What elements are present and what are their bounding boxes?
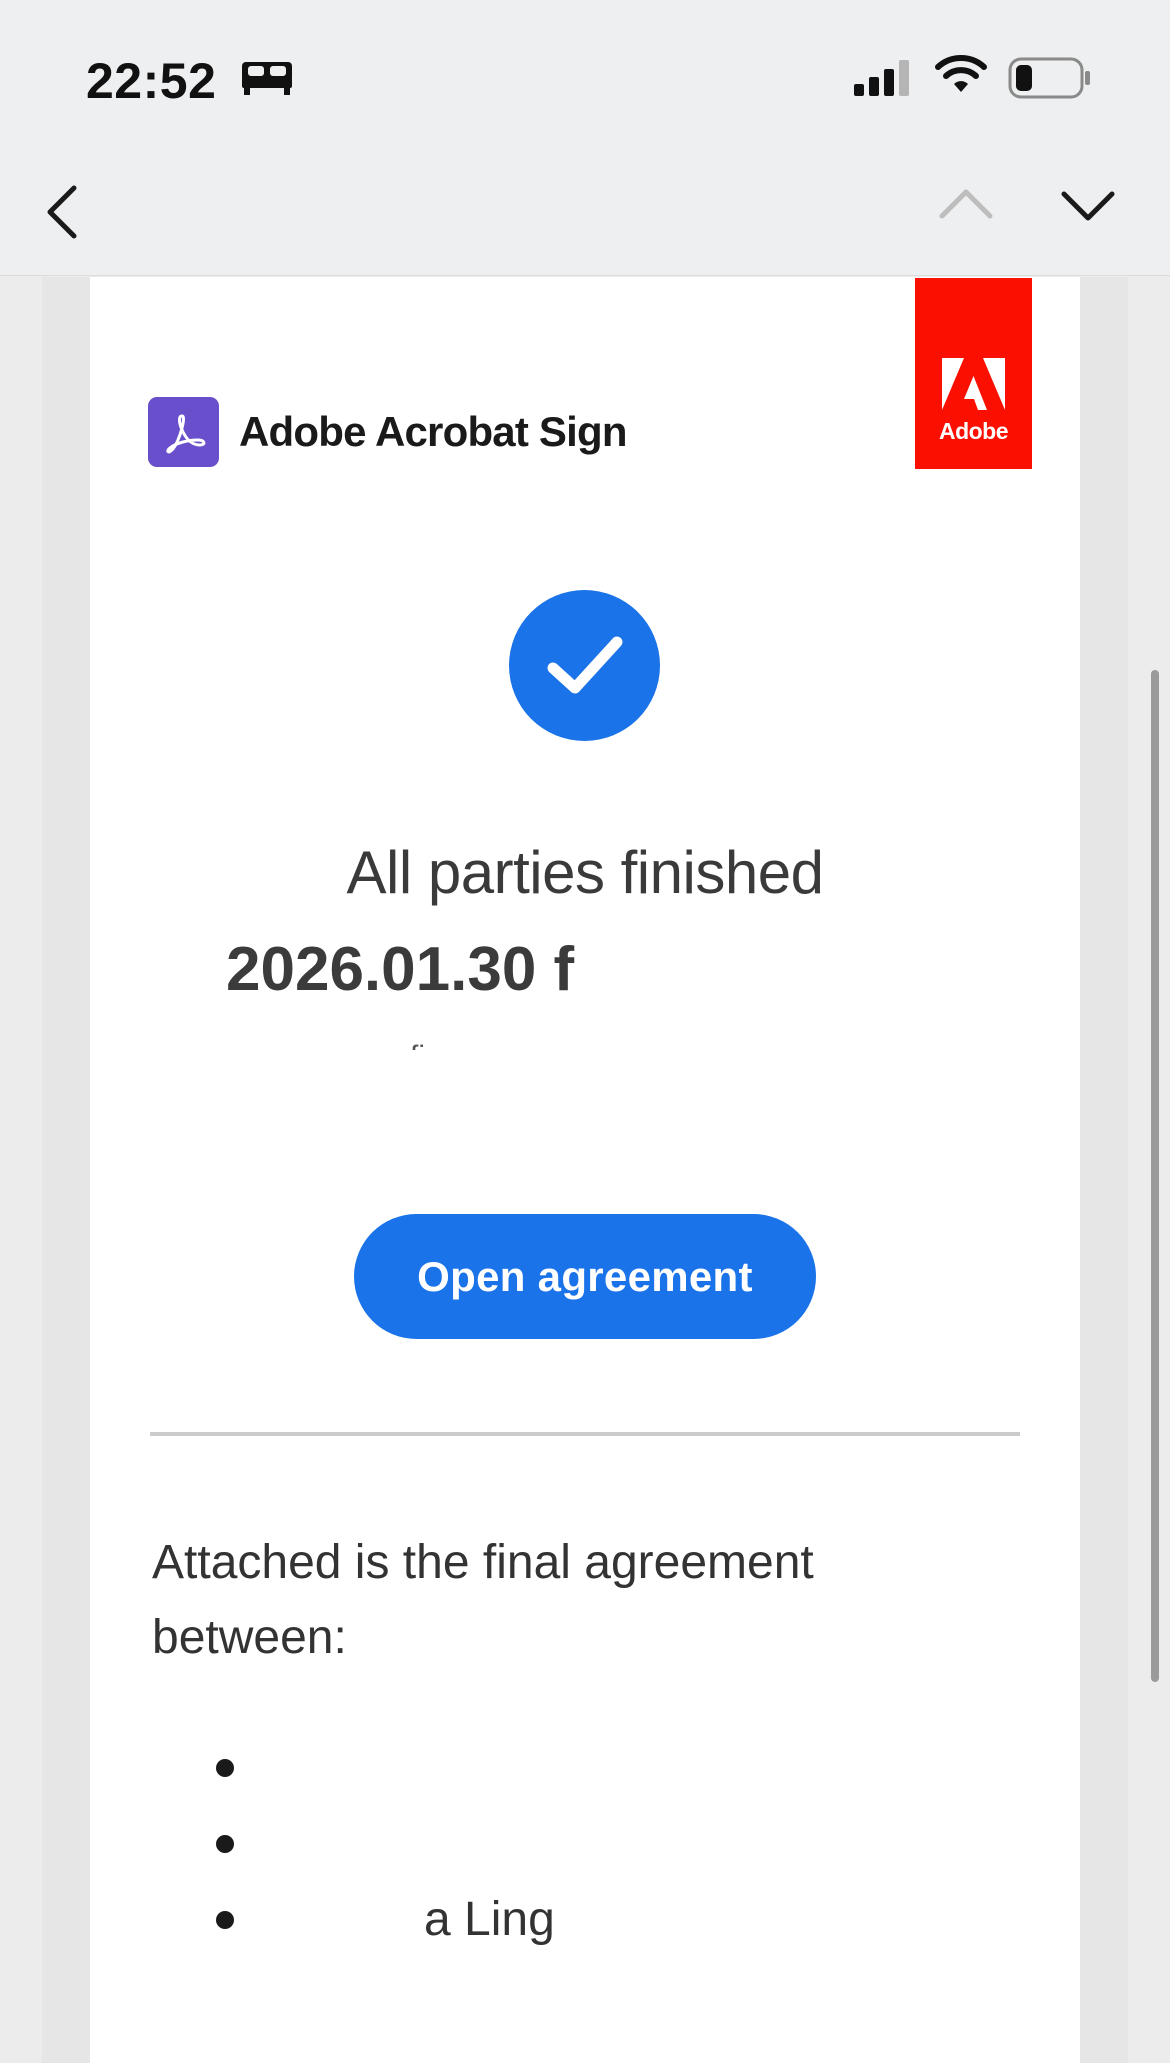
previous-message-button[interactable] <box>934 180 998 230</box>
divider <box>150 1432 1020 1436</box>
mail-navigation-bar <box>0 150 1170 276</box>
bullet <box>216 1759 234 1777</box>
cellular-signal-icon <box>854 60 909 96</box>
list-item <box>152 1806 952 1882</box>
party-name: a Ling <box>424 1893 555 1946</box>
next-message-button[interactable] <box>1056 180 1120 230</box>
adobe-logo: Adobe <box>915 278 1032 469</box>
bullet <box>216 1911 234 1929</box>
sleep-focus-icon <box>242 62 292 95</box>
brand-name: Adobe Acrobat Sign <box>239 408 628 455</box>
scrollbar[interactable] <box>1151 670 1159 1682</box>
completed-checkmark-icon <box>509 590 660 741</box>
battery-icon <box>1008 57 1090 99</box>
list-item <box>152 1730 952 1806</box>
list-item: a Ling <box>152 1882 952 1958</box>
status-bar: 22:52 <box>0 0 1170 150</box>
adobe-logo-text: Adobe <box>938 418 1009 444</box>
open-agreement-button[interactable]: Open agreement <box>354 1214 816 1339</box>
status-time: 22:52 <box>86 53 217 109</box>
agreement-name-line-2: fi <box>410 1040 460 1050</box>
status-title: All parties finished <box>346 839 824 906</box>
acrobat-icon <box>148 397 219 467</box>
party-list: a Ling <box>152 1730 952 1958</box>
adobe-a-icon <box>942 358 1005 410</box>
back-button[interactable] <box>36 180 86 244</box>
acrobat-sign-brand: Adobe Acrobat Sign <box>148 397 628 467</box>
intro-text: Attached is the final agreement between: <box>152 1536 814 1664</box>
agreement-name: 2026.01.30 f <box>226 935 575 1004</box>
bullet <box>216 1835 234 1853</box>
wifi-icon <box>935 55 987 92</box>
